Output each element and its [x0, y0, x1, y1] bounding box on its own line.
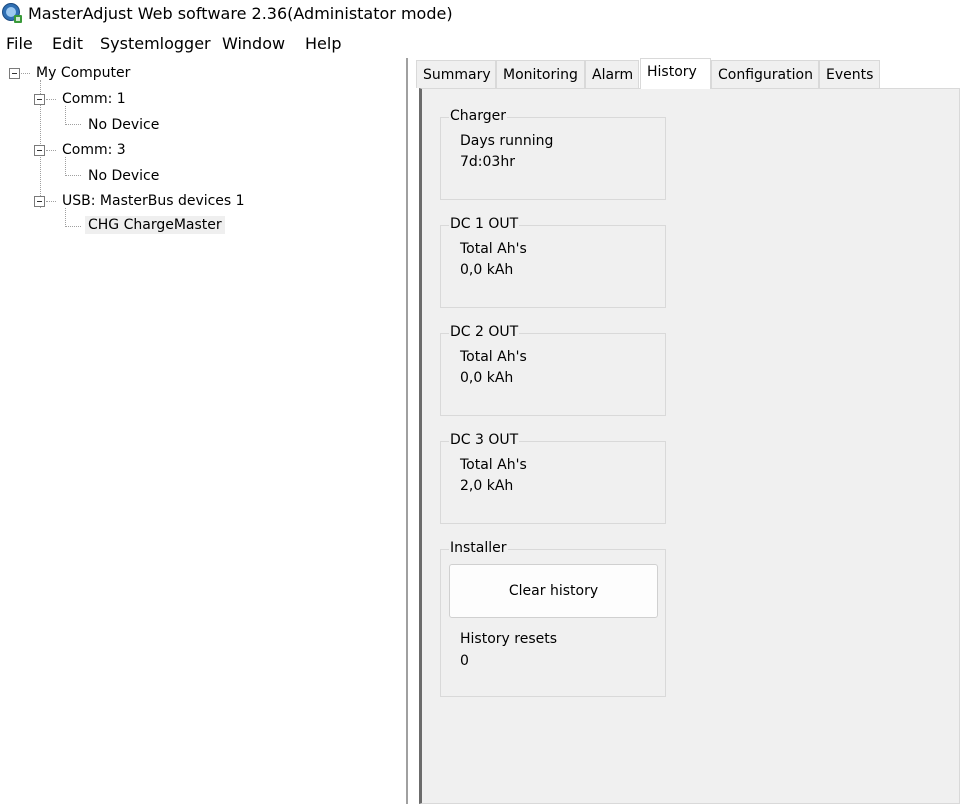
tree-item-chargemaster[interactable]: CHG ChargeMaster: [85, 216, 225, 234]
collapse-root-icon[interactable]: [9, 68, 20, 79]
masteradjust-app-icon: [2, 3, 22, 23]
history-resets-value: 0: [460, 653, 469, 669]
tree-item-comm1[interactable]: Comm: 1: [59, 90, 129, 108]
charger-group-title: Charger: [449, 108, 507, 124]
clear-history-button[interactable]: Clear history: [449, 564, 658, 618]
tab-alarm[interactable]: Alarm: [585, 60, 639, 88]
tree-item-comm3-no-device[interactable]: No Device: [85, 167, 162, 185]
charger-group: Charger Days running 7d:03hr: [440, 108, 666, 200]
tree-connector: [65, 157, 66, 176]
dc3-out-group-title: DC 3 OUT: [449, 432, 520, 448]
dc3-total-ah-label: Total Ah's: [460, 457, 527, 473]
tab-events[interactable]: Events: [819, 60, 880, 88]
dc2-out-group-title: DC 2 OUT: [449, 324, 520, 340]
tree-connector: [65, 208, 66, 227]
days-running-value: 7d:03hr: [460, 154, 515, 170]
menu-edit[interactable]: Edit: [52, 34, 83, 53]
window-title: MasterAdjust Web software 2.36(Administa…: [28, 4, 453, 23]
dc2-total-ah-value: 0,0 kAh: [460, 370, 514, 386]
tree-item-comm3[interactable]: Comm: 3: [59, 141, 129, 159]
tab-monitoring[interactable]: Monitoring: [496, 60, 585, 88]
collapse-comm3-icon[interactable]: [34, 145, 45, 156]
tree-connector: [46, 201, 56, 202]
dc1-total-ah-label: Total Ah's: [460, 241, 527, 257]
tree-item-my-computer[interactable]: My Computer: [33, 64, 133, 82]
collapse-comm1-icon[interactable]: [34, 94, 45, 105]
installer-group-title: Installer: [449, 540, 508, 556]
installer-group: Installer Clear history History resets 0: [440, 540, 666, 697]
history-panel: Charger Days running 7d:03hr DC 1 OUT To…: [419, 88, 960, 804]
tree-connector: [65, 226, 81, 227]
dc3-out-group: DC 3 OUT Total Ah's 2,0 kAh: [440, 432, 666, 524]
history-resets-label: History resets: [460, 631, 558, 647]
dc2-total-ah-label: Total Ah's: [460, 349, 527, 365]
days-running-label: Days running: [460, 133, 554, 149]
tree-connector: [65, 106, 66, 125]
menu-systemlogger[interactable]: Systemlogger: [100, 34, 211, 53]
tree-item-usb-masterbus[interactable]: USB: MasterBus devices 1: [59, 192, 248, 210]
tree-connector: [46, 99, 56, 100]
tree-connector: [65, 124, 81, 125]
tree-item-comm1-no-device[interactable]: No Device: [85, 116, 162, 134]
title-bar: MasterAdjust Web software 2.36(Administa…: [0, 0, 960, 30]
collapse-usb-icon[interactable]: [34, 196, 45, 207]
dc1-out-group-title: DC 1 OUT: [449, 216, 520, 232]
tab-configuration[interactable]: Configuration: [711, 60, 819, 88]
tab-summary[interactable]: Summary: [416, 60, 496, 88]
tree-connector: [21, 73, 30, 74]
tab-strip: Summary Monitoring Alarm History Configu…: [416, 58, 960, 89]
menu-window[interactable]: Window: [222, 34, 285, 53]
menu-file[interactable]: File: [6, 34, 33, 53]
menu-bar: File Edit Systemlogger Window Help: [0, 30, 960, 58]
tree-connector: [46, 150, 56, 151]
device-tree: My Computer Comm: 1 No Device Comm: 3 No…: [0, 58, 406, 804]
menu-help[interactable]: Help: [305, 34, 341, 53]
dc1-out-group: DC 1 OUT Total Ah's 0,0 kAh: [440, 216, 666, 308]
dc3-total-ah-value: 2,0 kAh: [460, 478, 514, 494]
dc1-total-ah-value: 0,0 kAh: [460, 262, 514, 278]
tab-history[interactable]: History: [640, 58, 711, 89]
tree-connector: [65, 175, 81, 176]
dc2-out-group: DC 2 OUT Total Ah's 0,0 kAh: [440, 324, 666, 416]
